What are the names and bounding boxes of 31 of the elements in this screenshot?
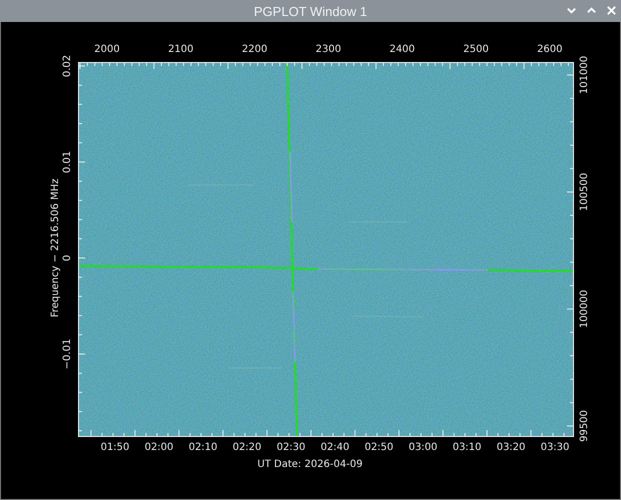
axis-tick-label: 2200 [242, 44, 268, 56]
axis-tick-label: 01:50 [100, 442, 130, 454]
axis-tick-label: 2400 [389, 44, 415, 56]
close-icon[interactable] [606, 5, 617, 16]
axis-tick-label: 02:20 [232, 442, 262, 454]
axis-tick-label: 101000 [579, 56, 591, 94]
axis-tick-label: 2000 [94, 44, 120, 56]
axis-tick-label: 2300 [316, 44, 342, 56]
axis-label: UT Date: 2026-04-09 [257, 459, 363, 471]
axis-tick-label: 0.02 [62, 54, 74, 78]
axis-tick-label: 02:10 [188, 442, 218, 454]
window-title: PGPLOT Window 1 [254, 4, 368, 18]
axis-tick-label: 2600 [537, 44, 563, 56]
axis-tick-label: 0 [62, 254, 74, 262]
axis-tick-label: 2100 [168, 44, 194, 56]
axis-tick-label: 100000 [579, 290, 591, 328]
axis-tick-label: 2500 [463, 44, 489, 56]
axis-tick-label: 02:50 [364, 442, 394, 454]
axis-label: Frequency − 2216.506 MHz [50, 178, 62, 318]
axis-tick-label: 03:30 [540, 442, 570, 454]
axis-tick-label: 03:00 [408, 442, 438, 454]
minimize-icon[interactable] [566, 5, 577, 16]
axis-tick-label: 02:00 [144, 442, 174, 454]
axis-tick-label: 03:10 [452, 442, 482, 454]
axis-tick-label: 0.01 [62, 150, 74, 174]
axis-tick-label: −0.01 [62, 338, 74, 370]
axis-tick-label: 02:40 [320, 442, 350, 454]
axis-tick-label: 02:30 [276, 442, 306, 454]
axis-tick-label: 99500 [579, 410, 591, 442]
axis-tick-label: 100500 [579, 172, 591, 212]
axis-tick-label: 03:20 [496, 442, 526, 454]
